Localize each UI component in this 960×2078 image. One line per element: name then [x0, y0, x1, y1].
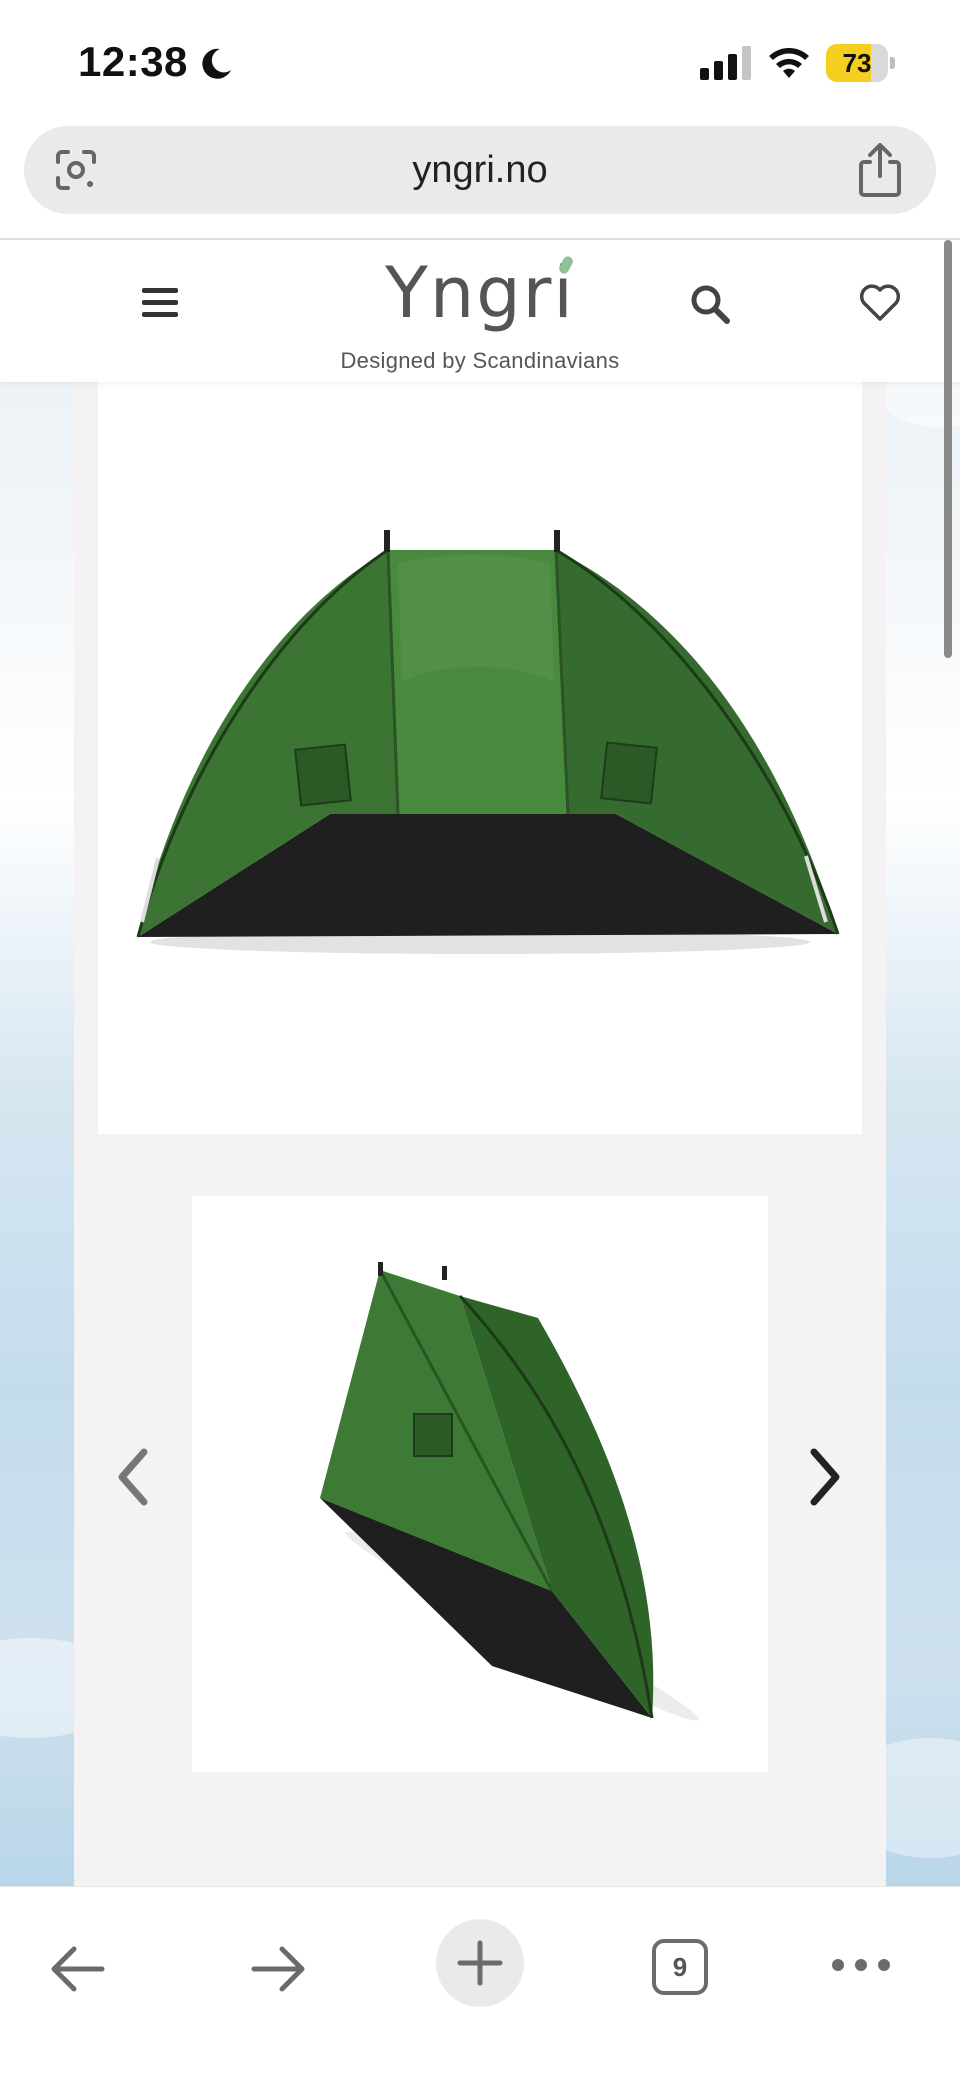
plus-icon — [457, 1940, 503, 1986]
forward-icon[interactable] — [248, 1941, 308, 1997]
scrollbar[interactable] — [944, 240, 952, 658]
menu-icon[interactable] — [140, 280, 180, 324]
share-icon[interactable] — [854, 142, 906, 198]
status-bar: 12:38 73 — [0, 0, 960, 120]
search-icon[interactable] — [688, 282, 732, 326]
site-header: Yngri Designed by Scandinavians — [0, 240, 960, 382]
heart-icon[interactable] — [858, 282, 902, 322]
battery-icon: 73 — [826, 44, 896, 82]
chevron-left-icon[interactable] — [112, 1446, 154, 1508]
more-icon[interactable] — [830, 1953, 892, 1977]
wifi-icon — [769, 48, 809, 78]
battery-level: 73 — [842, 48, 872, 78]
browser-toolbar: 9 — [0, 1886, 960, 2078]
moon-icon — [202, 48, 231, 79]
signal-icon — [700, 46, 751, 80]
main-product-image[interactable] — [98, 382, 862, 1134]
new-tab-button[interactable] — [436, 1919, 524, 2007]
logo[interactable]: Yngri — [330, 250, 630, 336]
url-bar[interactable]: yngri.no — [24, 126, 936, 214]
thumbnail-product-image[interactable] — [192, 1196, 768, 1772]
product-gallery — [74, 382, 886, 1886]
status-time: 12:38 — [78, 38, 188, 85]
open-tabs-count: 9 — [672, 1952, 688, 1982]
url-text[interactable]: yngri.no — [24, 126, 936, 214]
back-icon[interactable] — [48, 1941, 108, 1997]
chevron-right-icon[interactable] — [804, 1446, 846, 1508]
tabs-icon[interactable]: 9 — [652, 1939, 708, 1995]
tagline: Designed by Scandinavians — [340, 348, 620, 373]
